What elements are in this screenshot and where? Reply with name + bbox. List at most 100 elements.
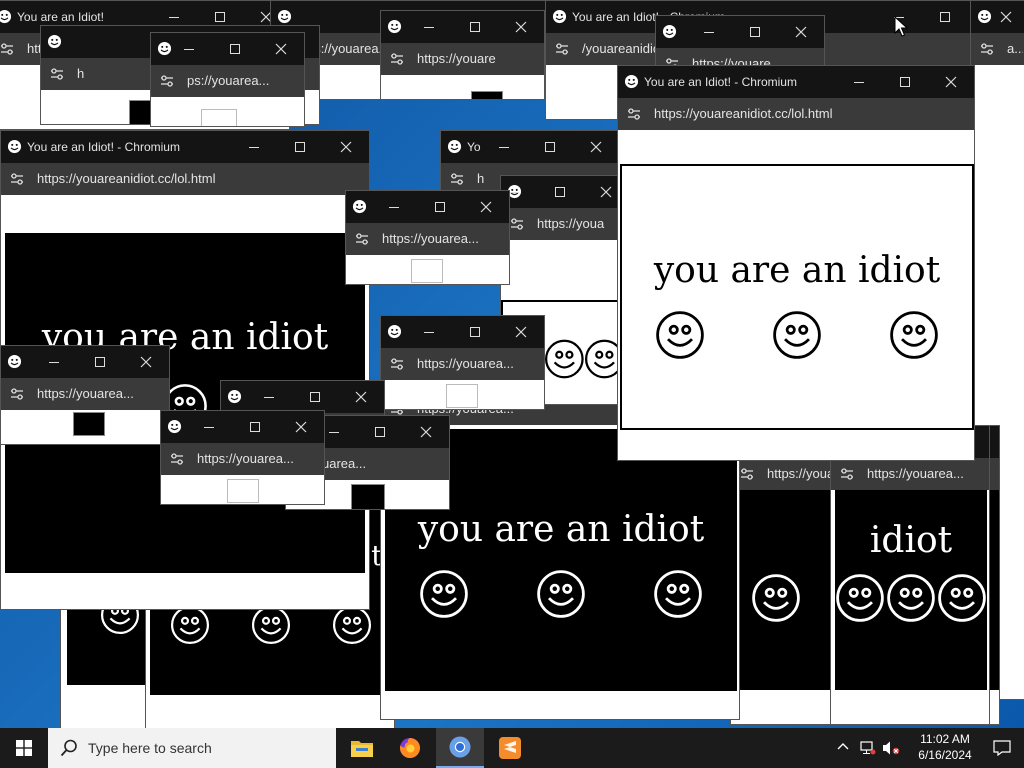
site-info-icon[interactable] <box>554 41 570 57</box>
address-bar[interactable]: https://youare <box>381 43 544 75</box>
taskbar-search-box[interactable]: Type here to search <box>48 728 336 768</box>
address-bar[interactable]: ps://youarea... <box>151 65 304 97</box>
chromium-popup-window[interactable]: https://youare <box>380 10 545 100</box>
address-bar[interactable]: https://youareanidiot.cc/lol.html <box>1 163 369 195</box>
window-title-bar[interactable] <box>221 381 384 413</box>
maximize-button[interactable] <box>212 33 258 65</box>
address-bar[interactable]: https://youareanidiot.cc/lol.html <box>618 98 974 130</box>
maximize-button[interactable] <box>971 1 983 33</box>
window-title-bar[interactable] <box>346 191 509 223</box>
window-title-bar[interactable] <box>656 16 824 48</box>
maximize-button[interactable] <box>882 66 928 98</box>
address-bar[interactable]: https://youarea... <box>381 348 544 380</box>
site-info-icon[interactable] <box>49 66 65 82</box>
window-title-bar[interactable]: You are an Idiot! - Chromium <box>1 131 369 163</box>
site-info-icon[interactable] <box>159 73 175 89</box>
volume-muted-icon[interactable] <box>882 740 900 756</box>
address-bar[interactable]: https://youarea... <box>1 378 169 410</box>
site-info-icon[interactable] <box>389 51 405 67</box>
minimize-button[interactable] <box>166 33 212 65</box>
site-info-icon[interactable] <box>739 466 755 482</box>
window-title-bar[interactable] <box>161 411 324 443</box>
minimize-button[interactable] <box>406 11 452 43</box>
address-bar[interactable]: https://youarea... <box>161 443 324 475</box>
address-bar[interactable]: https://youarea... <box>346 223 509 255</box>
address-bar[interactable]: https://youa <box>501 208 629 240</box>
window-title-bar[interactable] <box>381 11 544 43</box>
start-button[interactable] <box>0 728 48 768</box>
window-title-bar[interactable] <box>151 33 304 65</box>
chromium-popup-window[interactable]: https://youarea... idiot <box>830 425 990 725</box>
chromium-popup-window[interactable]: ps://youarea... <box>150 32 305 127</box>
minimize-button[interactable] <box>246 381 292 413</box>
site-info-icon[interactable] <box>979 41 995 57</box>
maximize-button[interactable] <box>922 1 968 33</box>
url-text: a... <box>1007 41 1023 56</box>
taskbar-firefox[interactable] <box>386 728 434 768</box>
taskbar-sublime[interactable] <box>486 728 534 768</box>
close-button[interactable] <box>498 11 544 43</box>
minimize-button[interactable] <box>186 411 232 443</box>
address-bar[interactable]: a... <box>971 33 1024 65</box>
close-button[interactable] <box>498 316 544 348</box>
maximize-button[interactable] <box>417 191 463 223</box>
close-button[interactable] <box>123 346 169 378</box>
minimize-button[interactable] <box>31 346 77 378</box>
taskbar-clock[interactable]: 11:02 AM 6/16/2024 <box>910 731 980 763</box>
window-title-bar[interactable] <box>381 316 544 348</box>
maximize-button[interactable] <box>732 16 778 48</box>
site-info-icon[interactable] <box>354 231 370 247</box>
chromium-popup-window[interactable]: https://youarea... <box>345 190 510 285</box>
close-button[interactable] <box>403 416 449 448</box>
chromium-popup-window[interactable]: You are an Idiot! - Chromium https://you… <box>617 65 975 461</box>
maximize-button[interactable] <box>77 346 123 378</box>
maximize-button[interactable] <box>292 381 338 413</box>
site-info-icon[interactable] <box>626 106 642 122</box>
taskbar-chromium[interactable] <box>436 728 484 768</box>
close-button[interactable] <box>258 33 304 65</box>
window-title-bar[interactable]: Yo <box>441 131 619 163</box>
site-info-icon[interactable] <box>389 356 405 372</box>
close-button[interactable] <box>278 411 324 443</box>
maximize-button[interactable] <box>537 176 583 208</box>
site-info-icon[interactable] <box>9 171 25 187</box>
window-title-bar[interactable] <box>971 1 1024 33</box>
maximize-button[interactable] <box>232 411 278 443</box>
minimize-button[interactable] <box>836 66 882 98</box>
site-info-icon[interactable] <box>509 216 525 232</box>
close-button[interactable] <box>778 16 824 48</box>
site-info-icon[interactable] <box>169 451 185 467</box>
minimize-button[interactable] <box>481 131 527 163</box>
window-title-bar[interactable]: You are an Idiot! - Chromium <box>618 66 974 98</box>
window-title-bar[interactable] <box>501 176 629 208</box>
close-button[interactable] <box>983 1 1024 33</box>
chromium-popup-window[interactable]: https://youarea... <box>160 410 325 505</box>
minimize-button[interactable] <box>686 16 732 48</box>
close-button[interactable] <box>463 191 509 223</box>
address-bar[interactable]: https://youarea... <box>831 458 989 490</box>
network-icon[interactable] <box>860 740 876 756</box>
close-button[interactable] <box>338 381 384 413</box>
chevron-up-icon[interactable] <box>836 740 850 754</box>
close-button[interactable] <box>323 131 369 163</box>
close-button[interactable] <box>928 66 974 98</box>
site-info-icon[interactable] <box>449 171 465 187</box>
close-button[interactable] <box>573 131 619 163</box>
minimize-button[interactable] <box>406 316 452 348</box>
maximize-button[interactable] <box>277 131 323 163</box>
chromium-popup-window[interactable]: https://youarea... <box>380 315 545 410</box>
minimize-button[interactable] <box>371 191 417 223</box>
minimize-button[interactable] <box>231 131 277 163</box>
site-info-icon[interactable] <box>0 41 15 57</box>
maximize-button[interactable] <box>452 11 498 43</box>
maximize-button[interactable] <box>527 131 573 163</box>
window-title-bar[interactable] <box>1 346 169 378</box>
site-info-icon[interactable] <box>9 386 25 402</box>
maximize-button[interactable] <box>452 316 498 348</box>
site-info-icon[interactable] <box>839 466 855 482</box>
taskbar-file-explorer[interactable] <box>338 728 386 768</box>
maximize-button[interactable] <box>357 416 403 448</box>
notification-center-button[interactable] <box>980 728 1024 768</box>
chromium-popup-window[interactable]: https://youarea... <box>0 345 170 445</box>
window-title: You are an Idiot! - Chromium <box>644 75 797 89</box>
